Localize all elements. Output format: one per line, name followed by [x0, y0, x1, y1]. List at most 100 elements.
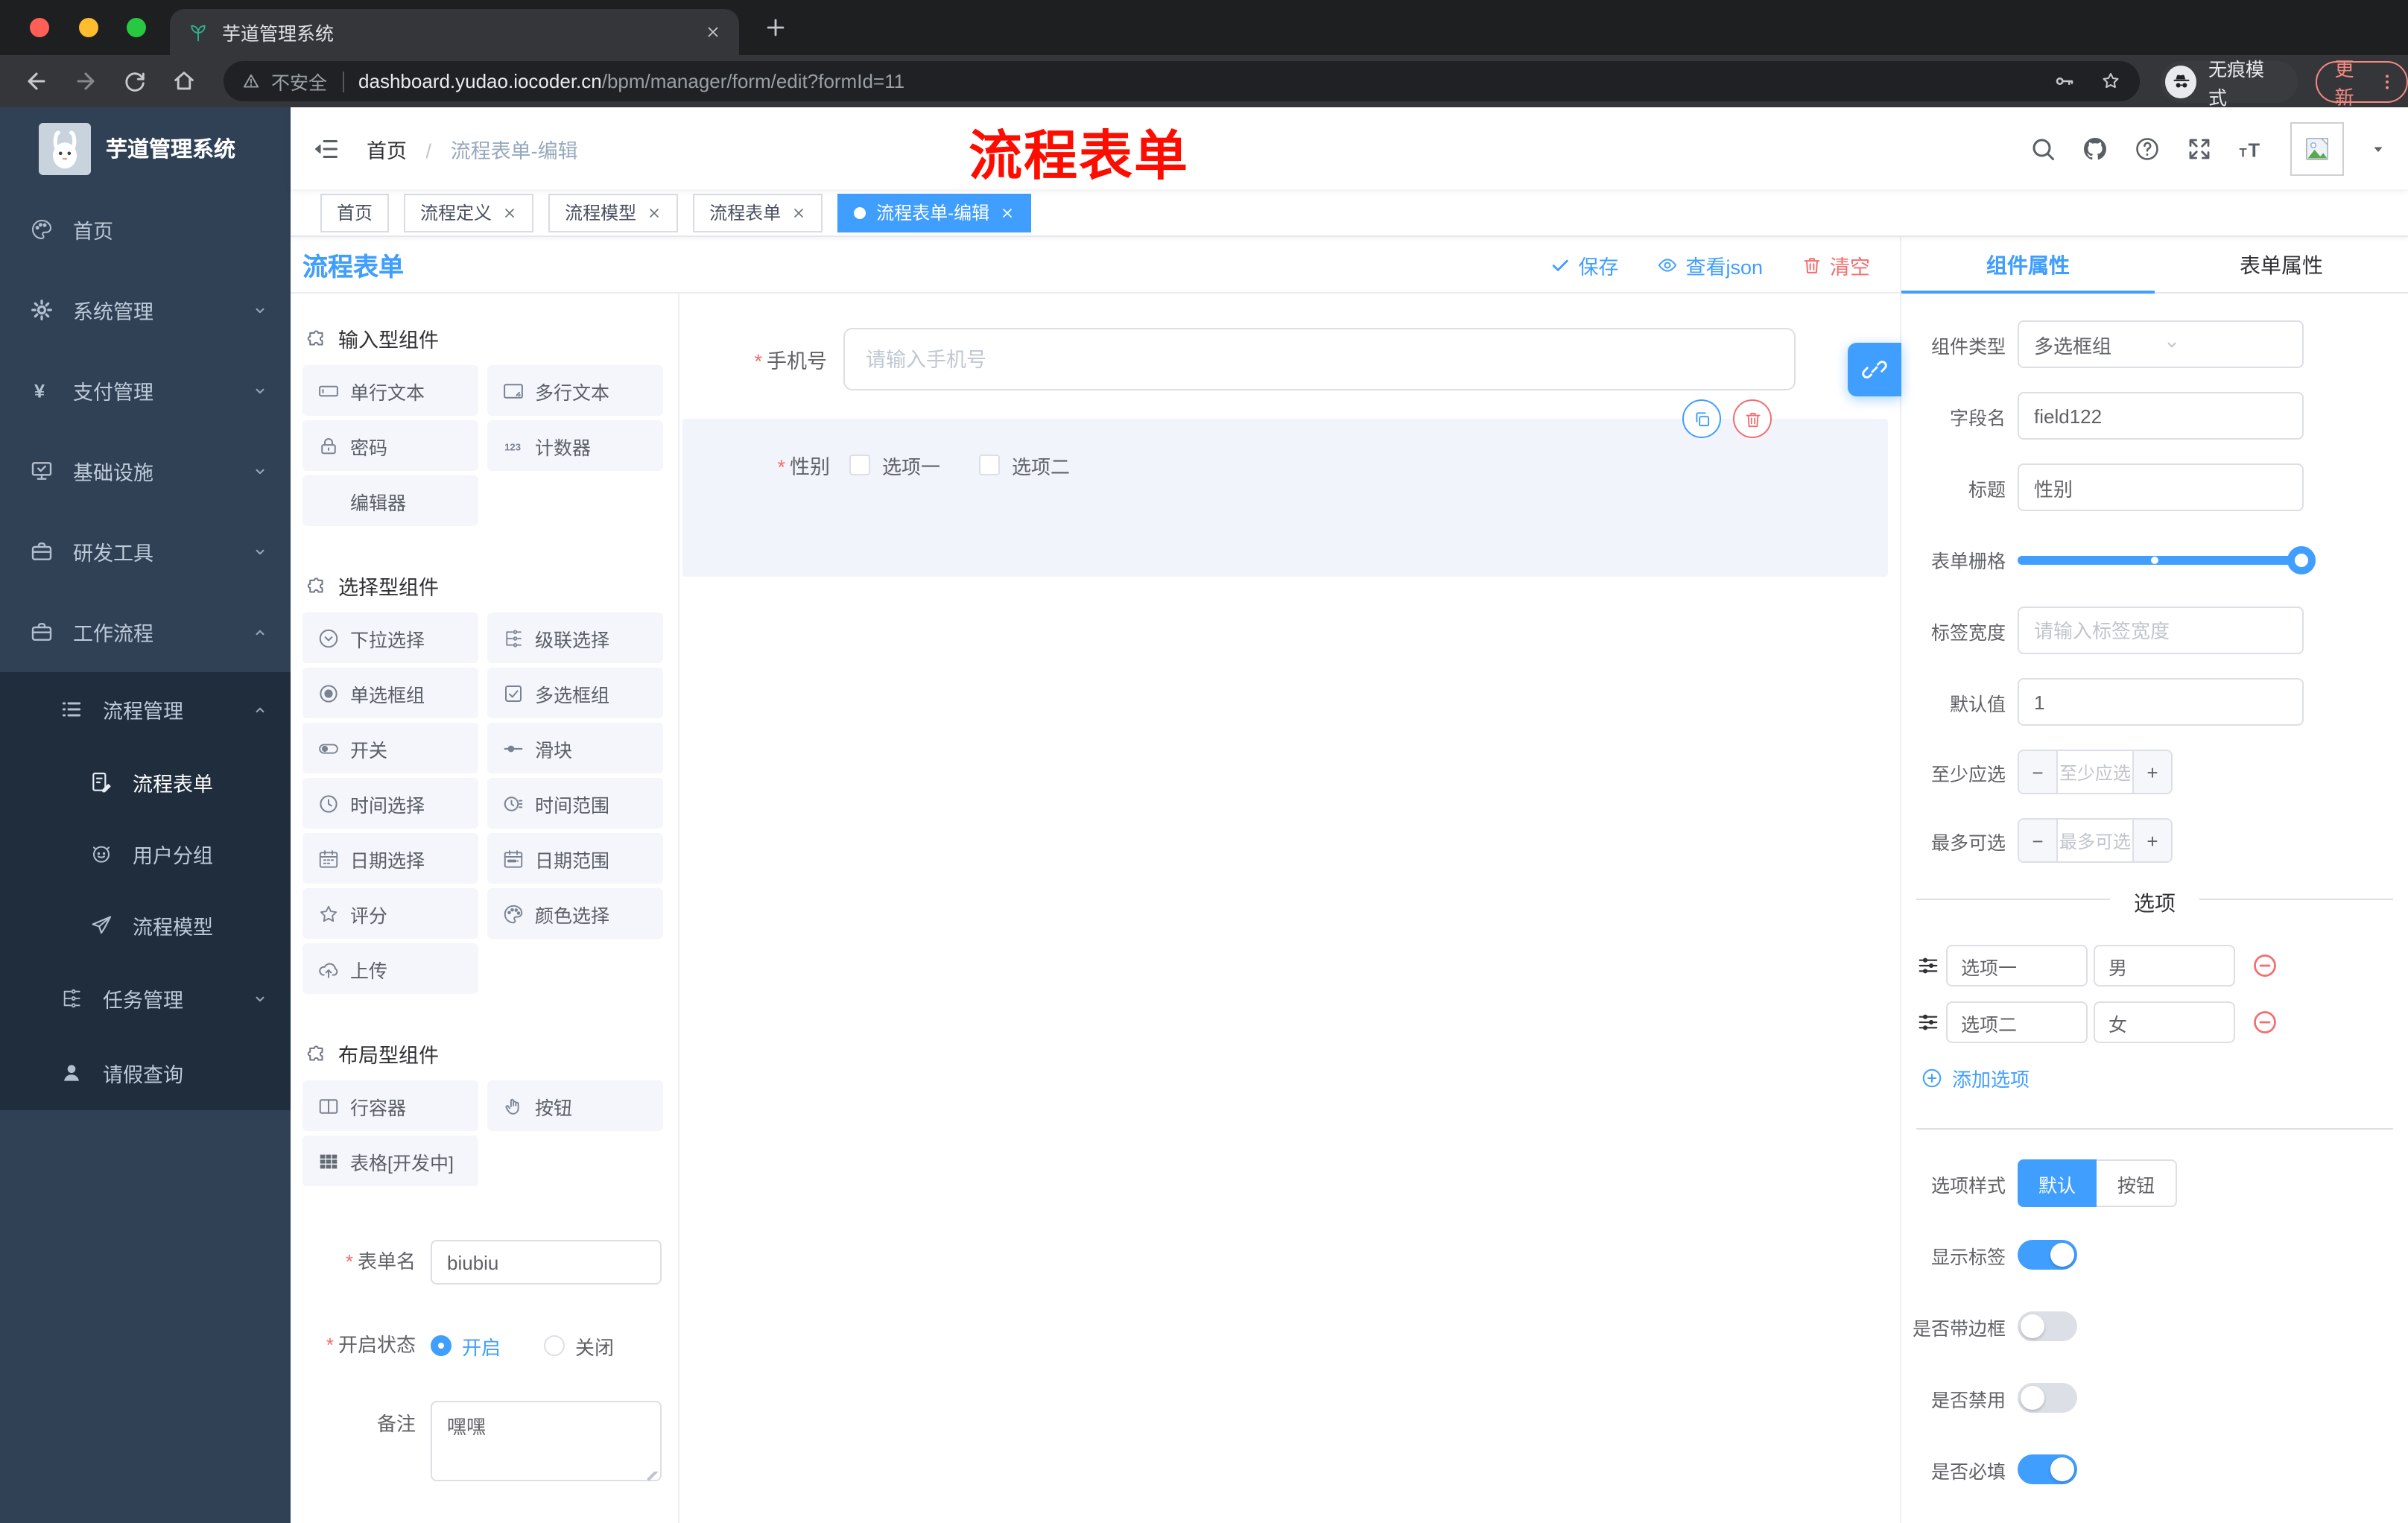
sidebar-item-task-mgmt[interactable]: 任务管理 [0, 961, 291, 1036]
avatar[interactable] [2290, 121, 2344, 175]
component-type-select[interactable]: 多选框组 [2018, 320, 2304, 368]
tag-process-form[interactable]: 流程表单 [693, 193, 823, 232]
sidebar-item-payment[interactable]: ¥ 支付管理 [0, 350, 291, 431]
option-1-label-input[interactable] [1946, 945, 2088, 987]
palette-item-slider[interactable]: 滑块 [487, 723, 663, 773]
palette-item-cascader[interactable]: 级联选择 [487, 612, 663, 663]
radio-off-label[interactable]: 关闭 [575, 1332, 614, 1360]
palette-item-editor[interactable]: 编辑器 [302, 475, 478, 526]
window-close-button[interactable] [30, 18, 49, 37]
stepper-plus-button[interactable]: + [2132, 751, 2171, 793]
field-name-input[interactable] [2018, 392, 2304, 440]
stepper-minus-button[interactable]: − [2019, 820, 2058, 861]
palette-item-button[interactable]: 按钮 [487, 1080, 663, 1131]
address-bar[interactable]: 不安全 dashboard.yudao.iocoder.cn /bpm/mana… [224, 61, 2140, 101]
palette-item-select[interactable]: 下拉选择 [302, 612, 478, 663]
tag-process-form-edit[interactable]: 流程表单-编辑 [837, 193, 1032, 232]
palette-item-multi-text[interactable]: 多行文本 [487, 365, 663, 416]
window-minimize-button[interactable] [79, 18, 98, 37]
tag-process-model[interactable]: 流程模型 [548, 193, 679, 232]
palette-item-time-picker[interactable]: 时间选择 [302, 778, 478, 829]
gender-option-2-label[interactable]: 选项二 [1012, 451, 1070, 479]
form-name-input[interactable] [431, 1240, 662, 1285]
sidebar-item-leave-query[interactable]: 请假查询 [0, 1036, 291, 1110]
palette-item-date-range[interactable]: 日期范围 [487, 833, 663, 884]
tag-close-icon[interactable] [791, 205, 806, 220]
palette-item-rate[interactable]: 评分 [302, 888, 478, 939]
with-border-switch[interactable] [2018, 1311, 2077, 1341]
help-icon[interactable] [2134, 135, 2161, 162]
sidebar-item-infra[interactable]: 基础设施 [0, 431, 291, 511]
new-tab-button[interactable] [763, 15, 788, 40]
default-value-input[interactable] [2018, 678, 2304, 726]
github-icon[interactable] [2082, 135, 2108, 162]
sidebar-item-devtools[interactable]: 研发工具 [0, 511, 291, 592]
palette-item-radio-group[interactable]: 单选框组 [302, 668, 478, 718]
disabled-switch[interactable] [2018, 1383, 2077, 1413]
title-input[interactable] [2018, 463, 2304, 511]
stepper-minus-button[interactable]: − [2019, 751, 2058, 793]
tab-form-props[interactable]: 表单属性 [2155, 237, 2408, 292]
tag-home[interactable]: 首页 [320, 193, 390, 232]
min-select-stepper[interactable]: − 至少应选 + [2018, 750, 2173, 794]
text-size-icon[interactable]: TT [2238, 135, 2265, 162]
palette-item-counter[interactable]: 123 计数器 [487, 420, 663, 471]
link-tag[interactable] [1848, 343, 1901, 396]
breadcrumb-home[interactable]: 首页 [367, 139, 407, 162]
save-button[interactable]: 保存 [1550, 250, 1618, 279]
sidebar-item-process-mgmt[interactable]: 流程管理 [0, 672, 291, 747]
browser-menu-icon[interactable] [2377, 71, 2398, 92]
palette-item-row-container[interactable]: 行容器 [302, 1080, 478, 1131]
canvas-phone-field[interactable]: * 手机号 [679, 326, 1900, 392]
sidebar-item-process-model[interactable]: 流程模型 [0, 890, 291, 961]
bookmark-star-icon[interactable] [2100, 70, 2122, 92]
forward-icon[interactable] [73, 69, 98, 94]
avatar-caret-icon[interactable] [2369, 139, 2387, 157]
option-2-label-input[interactable] [1946, 1001, 2088, 1043]
tag-close-icon[interactable] [647, 205, 662, 220]
sidebar-item-user-group[interactable]: 用户分组 [0, 818, 291, 890]
password-key-icon[interactable] [2053, 70, 2076, 92]
tag-close-icon[interactable] [502, 205, 517, 220]
palette-item-checkbox-group[interactable]: 多选框组 [487, 668, 663, 718]
clear-button[interactable]: 清空 [1802, 250, 1870, 279]
sidebar-item-process-form[interactable]: 流程表单 [0, 747, 291, 818]
slider-handle[interactable] [2287, 545, 2316, 574]
form-grid-slider[interactable] [2018, 545, 2316, 574]
view-json-button[interactable]: 查看json [1657, 250, 1763, 279]
canvas-gender-field-selected[interactable]: * 性别 选项一 选项二 [682, 399, 1888, 577]
palette-item-table[interactable]: 表格[开发中] [302, 1136, 478, 1186]
reload-icon[interactable] [122, 69, 148, 94]
gender-checkbox-1[interactable] [849, 455, 870, 475]
add-option-button[interactable]: 添加选项 [1921, 1064, 2408, 1092]
update-button[interactable]: 更新 [2315, 57, 2408, 108]
max-select-stepper[interactable]: − 最多可选 + [2018, 818, 2173, 863]
remove-option-icon[interactable] [2252, 952, 2278, 979]
sidebar-item-home[interactable]: 首页 [0, 189, 291, 270]
gender-option-1-label[interactable]: 选项一 [882, 451, 940, 479]
option-2-value-input[interactable] [2094, 1001, 2235, 1043]
browser-tab[interactable]: 芋道管理系统 [170, 9, 739, 55]
delete-component-button[interactable] [1733, 399, 1772, 438]
palette-item-single-text[interactable]: 单行文本 [302, 365, 478, 416]
radio-on-label[interactable]: 开启 [462, 1332, 501, 1360]
style-default-button[interactable]: 默认 [2018, 1159, 2097, 1207]
copy-component-button[interactable] [1682, 399, 1721, 438]
sidebar-item-system[interactable]: 系统管理 [0, 270, 291, 350]
show-label-switch[interactable] [2018, 1240, 2077, 1270]
form-remark-textarea[interactable]: 嘿嘿 [431, 1401, 662, 1481]
palette-item-password[interactable]: 密码 [302, 420, 478, 471]
palette-item-time-range[interactable]: 时间范围 [487, 778, 663, 829]
tab-close-icon[interactable] [705, 24, 721, 40]
radio-off[interactable] [544, 1335, 565, 1356]
tab-component-props[interactable]: 组件属性 [1901, 237, 2155, 292]
sidebar-item-workflow[interactable]: 工作流程 [0, 592, 291, 672]
phone-input[interactable] [843, 328, 1796, 390]
back-icon[interactable] [24, 69, 49, 94]
style-button-button[interactable]: 按钮 [2097, 1159, 2178, 1207]
security-label[interactable]: 不安全 [271, 67, 327, 95]
remove-option-icon[interactable] [2252, 1009, 2278, 1036]
drag-handle-icon[interactable] [1916, 1010, 1940, 1034]
search-icon[interactable] [2030, 135, 2056, 162]
palette-item-color-picker[interactable]: 颜色选择 [487, 888, 663, 939]
